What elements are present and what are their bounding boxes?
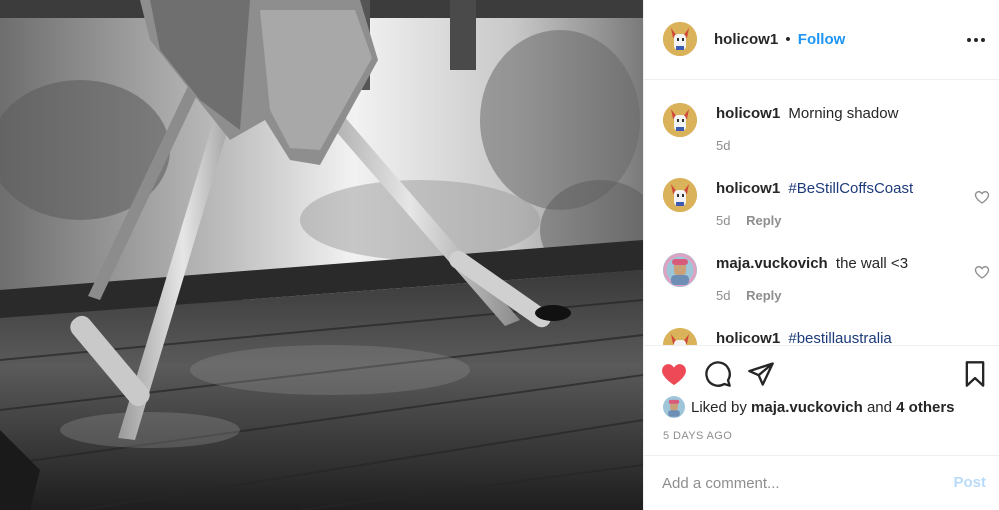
likes-summary: Liked by maja.vuckovich and 4 others bbox=[663, 396, 955, 418]
reply-button[interactable]: Reply bbox=[746, 213, 781, 228]
comment-username[interactable]: maja.vuckovich bbox=[716, 255, 828, 272]
comment-username[interactable]: holicow1 bbox=[716, 180, 780, 197]
post-header: holicow1 • Follow bbox=[644, 0, 999, 80]
post-button[interactable]: Post bbox=[953, 474, 986, 491]
comment-avatar[interactable] bbox=[663, 103, 697, 137]
comment-avatar[interactable] bbox=[663, 253, 697, 287]
comment-text: maja.vuckovich the wall <3 bbox=[716, 255, 908, 272]
likes-conjunction: and bbox=[866, 398, 892, 416]
list-item: holicow1 Morning shadow 5d bbox=[644, 81, 999, 157]
comment-text: holicow1 #bestillaustralia bbox=[716, 330, 892, 345]
post-actions: Liked by maja.vuckovich and 4 others 5 D… bbox=[644, 345, 999, 455]
comment-input[interactable] bbox=[662, 471, 922, 495]
post-timestamp[interactable]: 5 DAYS AGO bbox=[663, 430, 732, 442]
heart-outline-icon[interactable] bbox=[974, 189, 990, 205]
comment-icon[interactable] bbox=[704, 360, 732, 388]
author-avatar[interactable] bbox=[663, 22, 697, 56]
author-username[interactable]: holicow1 bbox=[714, 31, 778, 48]
header-separator: • bbox=[785, 31, 791, 48]
comment-text: holicow1 #BeStillCoffsCoast bbox=[716, 180, 913, 197]
bookmark-icon[interactable] bbox=[961, 360, 989, 388]
comment-username[interactable]: holicow1 bbox=[716, 105, 780, 122]
post-side-panel: holicow1 • Follow holicow1 Morning shado… bbox=[643, 0, 999, 510]
comment-meta: 5d Reply bbox=[716, 288, 782, 303]
comment-avatar[interactable] bbox=[663, 328, 697, 345]
comment-body: the wall <3 bbox=[835, 255, 909, 272]
liker-avatar[interactable] bbox=[663, 396, 685, 418]
comment-hashtag[interactable]: #bestillaustralia bbox=[788, 330, 891, 345]
comment-body: Morning shadow bbox=[788, 105, 899, 122]
paper-plane-icon[interactable] bbox=[747, 360, 775, 388]
reply-button[interactable]: Reply bbox=[746, 288, 781, 303]
more-horizontal-icon[interactable] bbox=[966, 30, 986, 50]
comment-meta: 5d Reply bbox=[716, 213, 782, 228]
list-item: maja.vuckovich the wall <3 5d Reply bbox=[644, 231, 999, 307]
liker-username[interactable]: maja.vuckovich bbox=[751, 399, 863, 416]
comment-hashtag[interactable]: #BeStillCoffsCoast bbox=[788, 180, 913, 197]
comment-age[interactable]: 5d bbox=[716, 288, 730, 303]
comment-avatar[interactable] bbox=[663, 178, 697, 212]
comments-list[interactable]: holicow1 Morning shadow 5d holicow1 #BeS… bbox=[644, 81, 999, 345]
likes-prefix: Liked by bbox=[691, 398, 747, 416]
comment-meta: 5d bbox=[716, 138, 730, 153]
comment-username[interactable]: holicow1 bbox=[716, 330, 780, 345]
photo-image bbox=[0, 0, 643, 510]
heart-outline-icon[interactable] bbox=[974, 264, 990, 280]
list-item: holicow1 #BeStillCoffsCoast 5d Reply bbox=[644, 156, 999, 232]
comment-age[interactable]: 5d bbox=[716, 138, 730, 153]
comment-text: holicow1 Morning shadow bbox=[716, 105, 898, 122]
comment-age[interactable]: 5d bbox=[716, 213, 730, 228]
list-item: holicow1 #bestillaustralia bbox=[644, 306, 999, 345]
add-comment-bar: Post bbox=[644, 455, 999, 510]
heart-filled-icon[interactable] bbox=[660, 360, 688, 388]
follow-button[interactable]: Follow bbox=[798, 31, 846, 48]
likes-others-link[interactable]: 4 others bbox=[896, 399, 954, 416]
post-photo[interactable] bbox=[0, 0, 643, 510]
header-text: holicow1 • Follow bbox=[714, 31, 845, 48]
